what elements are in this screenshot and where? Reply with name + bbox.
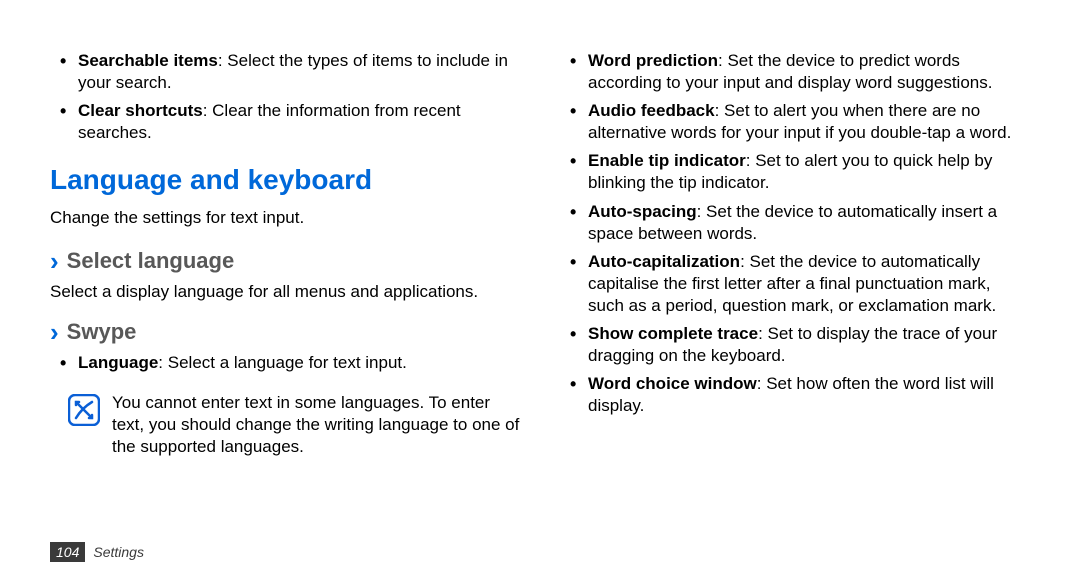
list-item: Audio feedback: Set to alert you when th… [560,100,1030,144]
right-column: Word prediction: Set the device to predi… [560,50,1030,530]
bullet-text: : Select a language for text input. [158,353,407,372]
chevron-icon: › [50,319,59,345]
note-icon [68,394,100,426]
footer-page-number: 104 [50,542,85,562]
page-footer: 104 Settings [50,542,144,562]
footer-section-label: Settings [93,544,144,560]
bullet-bold: Audio feedback [588,101,715,120]
left-top-bullets: Searchable items: Select the types of it… [50,50,520,144]
list-item: Clear shortcuts: Clear the information f… [50,100,520,144]
note-text: You cannot enter text in some languages.… [112,392,520,458]
bullet-bold: Show complete trace [588,324,758,343]
section-heading-language-keyboard: Language and keyboard [50,162,520,198]
swype-bullets: Language: Select a language for text inp… [50,352,520,374]
bullet-bold: Word choice window [588,374,757,393]
bullet-bold: Language [78,353,158,372]
content-columns: Searchable items: Select the types of it… [50,50,1030,530]
bullet-bold: Searchable items [78,51,218,70]
bullet-bold: Clear shortcuts [78,101,203,120]
list-item: Language: Select a language for text inp… [50,352,520,374]
subheading-swype: › Swype [50,318,520,347]
chevron-icon: › [50,248,59,274]
list-item: Searchable items: Select the types of it… [50,50,520,94]
list-item: Enable tip indicator: Set to alert you t… [560,150,1030,194]
subheading-text: Select language [67,247,235,276]
subheading-text: Swype [67,318,137,347]
list-item: Show complete trace: Set to display the … [560,323,1030,367]
list-item: Word choice window: Set how often the wo… [560,373,1030,417]
bullet-bold: Auto-capitalization [588,252,740,271]
bullet-bold: Auto-spacing [588,202,697,221]
list-item: Word prediction: Set the device to predi… [560,50,1030,94]
left-column: Searchable items: Select the types of it… [50,50,520,530]
bullet-bold: Enable tip indicator [588,151,746,170]
note-row: You cannot enter text in some languages.… [68,392,520,458]
list-item: Auto-spacing: Set the device to automati… [560,201,1030,245]
right-bullets: Word prediction: Set the device to predi… [560,50,1030,417]
bullet-bold: Word prediction [588,51,718,70]
select-language-desc: Select a display language for all menus … [50,281,520,303]
list-item: Auto-capitalization: Set the device to a… [560,251,1030,317]
section-intro: Change the settings for text input. [50,207,520,229]
subheading-select-language: › Select language [50,247,520,276]
